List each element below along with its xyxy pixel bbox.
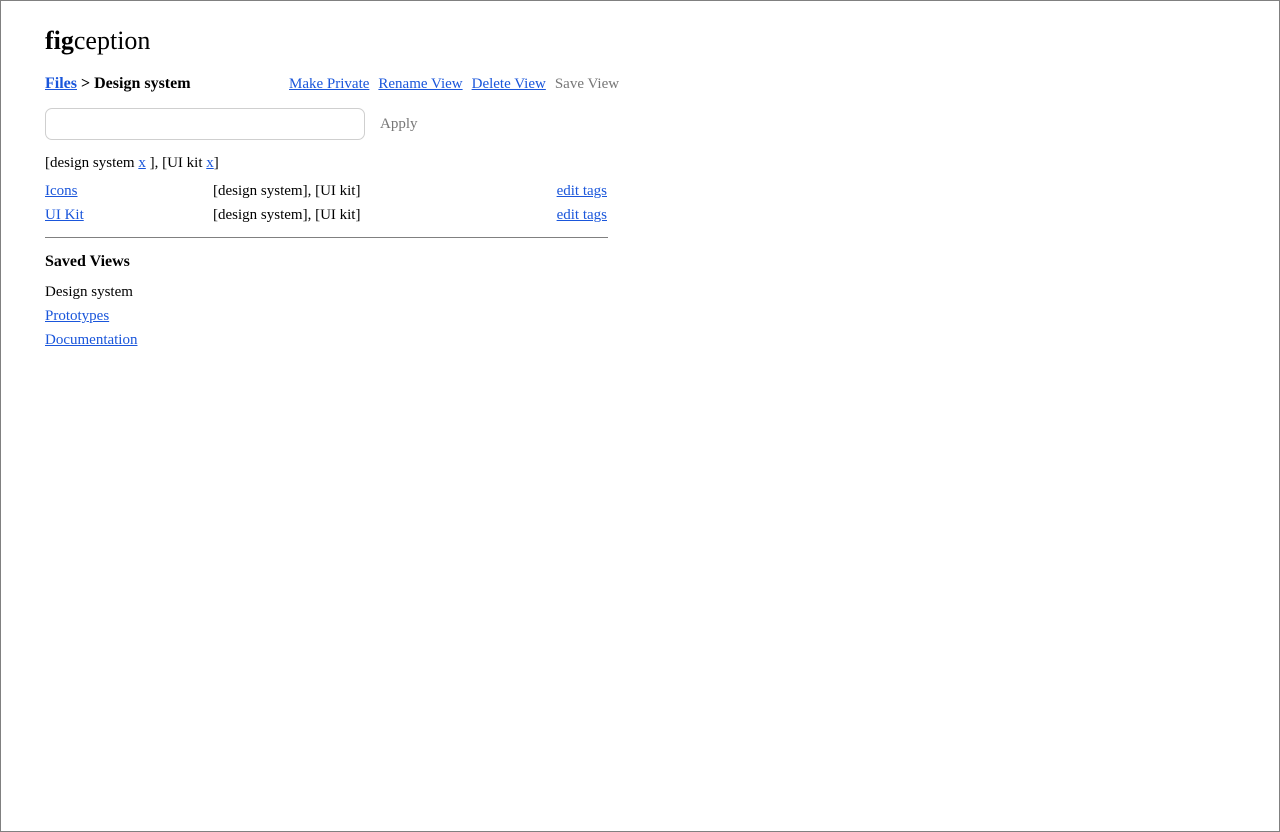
saved-views-heading: Saved Views: [45, 253, 130, 270]
file-tags: [design system], [UI kit]: [213, 207, 361, 223]
search-row: Apply: [45, 108, 608, 140]
filter-bracket-close: ]: [213, 155, 219, 171]
breadcrumb-current: Design system: [94, 75, 191, 92]
saved-view-current: Design system: [45, 284, 133, 300]
remove-design-system-filter[interactable]: x: [138, 155, 146, 171]
rename-view-link[interactable]: Rename View: [378, 76, 462, 92]
saved-view-link-documentation[interactable]: Documentation: [45, 330, 137, 350]
save-view-button[interactable]: Save View: [555, 76, 619, 92]
edit-tags-link[interactable]: edit tags: [557, 205, 607, 225]
app-logo: figception: [45, 25, 150, 57]
file-tags: [design system], [UI kit]: [213, 183, 361, 199]
remove-ui-kit-filter[interactable]: x: [206, 155, 214, 171]
breadcrumb-separator: >: [77, 75, 95, 92]
view-actions: Make Private Rename View Delete View Save V…: [289, 73, 628, 95]
edit-tags-link[interactable]: edit tags: [557, 181, 607, 201]
logo-bold-text: fig: [45, 26, 74, 55]
apply-button[interactable]: Apply: [380, 108, 418, 140]
header-row: Files > Design system Make Private Rename…: [45, 73, 619, 95]
filter-tag-ui-kit: UI kit: [167, 155, 203, 171]
delete-view-link[interactable]: Delete View: [472, 76, 546, 92]
filter-separator: ], [: [145, 155, 168, 171]
tag-search-input[interactable]: [45, 108, 365, 140]
app-window: figception Files > Design system Make Pr…: [0, 0, 1280, 832]
file-row: UI Kit [design system], [UI kit] edit ta…: [45, 205, 608, 225]
file-row: Icons [design system], [UI kit] edit tag…: [45, 181, 608, 201]
breadcrumb-files-link[interactable]: Files: [45, 75, 77, 92]
make-private-link[interactable]: Make Private: [289, 76, 369, 92]
active-tag-filters: [design system x ], [UI kit x]: [45, 153, 219, 173]
logo-regular-text: ception: [73, 26, 151, 55]
filter-tag-design-system: design system: [50, 155, 135, 171]
saved-view-link-prototypes[interactable]: Prototypes: [45, 306, 109, 326]
section-divider: [45, 237, 608, 238]
file-link-ui-kit[interactable]: UI Kit: [45, 205, 84, 225]
breadcrumb: Files > Design system: [45, 73, 191, 95]
file-link-icons[interactable]: Icons: [45, 181, 78, 201]
